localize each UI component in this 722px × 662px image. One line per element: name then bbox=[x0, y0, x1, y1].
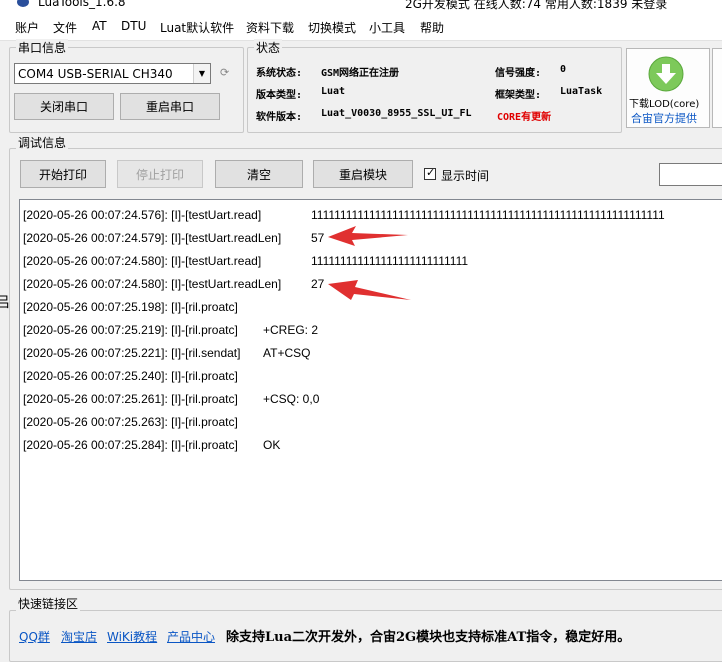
side-window-glyph: 吕 bbox=[0, 295, 10, 311]
annotation-arrow-icon bbox=[328, 280, 411, 300]
link-taobao[interactable]: 淘宝店 bbox=[61, 628, 97, 645]
annotation-arrow-icon bbox=[328, 226, 408, 246]
link-wiki[interactable]: WiKi教程 bbox=[107, 628, 157, 645]
link-product-center[interactable]: 产品中心 bbox=[167, 628, 215, 645]
annotation-arrows bbox=[328, 226, 411, 300]
quick-links-label: 快速链接区 bbox=[16, 595, 81, 612]
link-qq-group[interactable]: QQ群 bbox=[19, 628, 50, 645]
footer-note: 除支持Lua二次开发外，合宙2G模块也支持标准AT指令，稳定好用。 bbox=[226, 630, 631, 645]
